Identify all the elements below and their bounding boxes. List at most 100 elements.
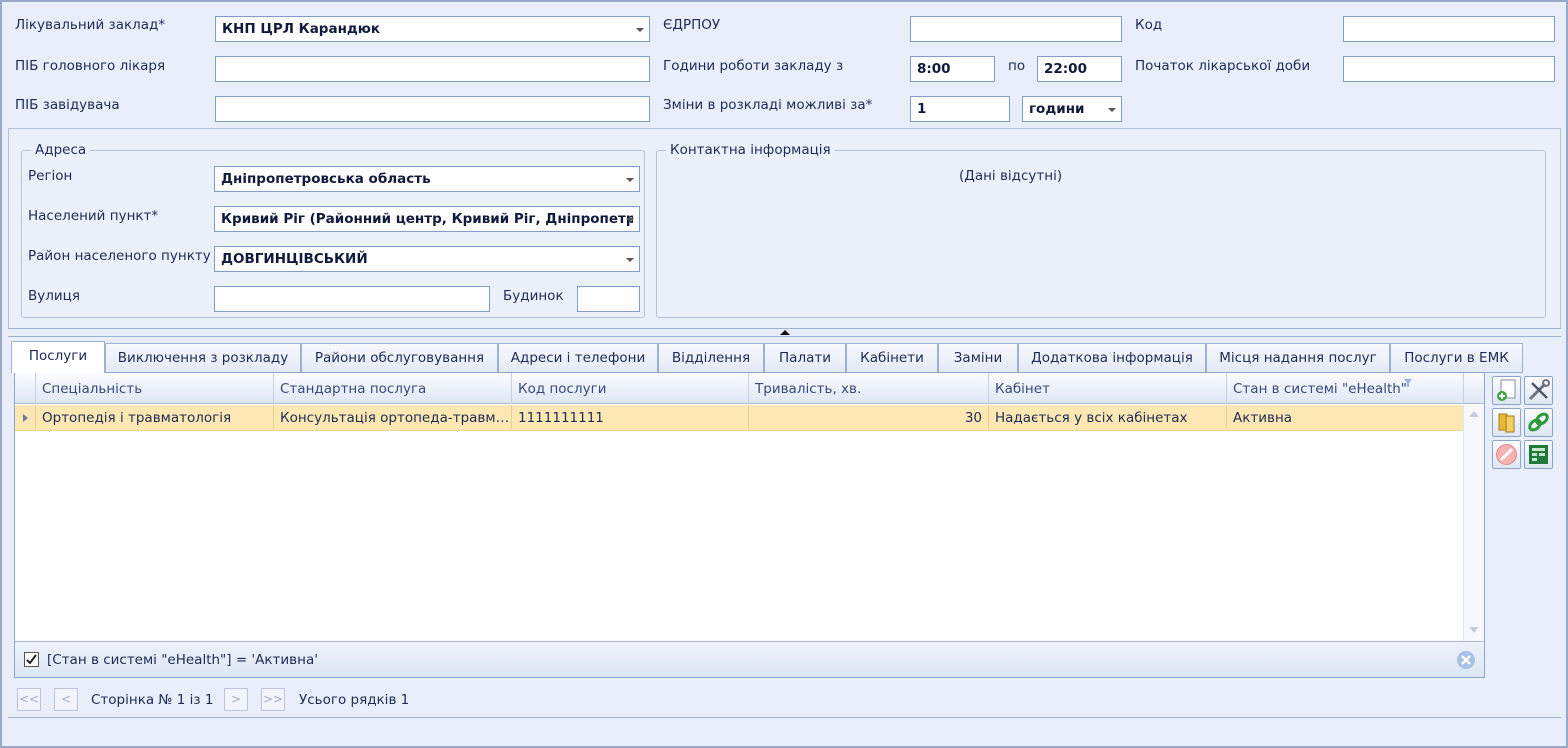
code-label: Код bbox=[1135, 17, 1163, 33]
day-start-field[interactable] bbox=[1343, 56, 1555, 82]
edrpou-label: ЄДРПОУ bbox=[663, 17, 721, 33]
day-start-label: Початок лікарської доби bbox=[1135, 58, 1311, 74]
chevron-down-icon[interactable] bbox=[1103, 97, 1121, 121]
locality-value: Кривий Ріг (Районний центр, Кривий Ріг, … bbox=[221, 211, 633, 227]
tab-cabinets[interactable]: Кабінети bbox=[846, 343, 938, 372]
edit-tools-icon bbox=[1528, 379, 1550, 401]
tab-departments[interactable]: Відділення bbox=[658, 343, 764, 372]
scroll-up-icon[interactable] bbox=[1469, 411, 1479, 417]
changes-label: Зміни в розкладі можливі за* bbox=[663, 97, 873, 113]
chevron-down-icon[interactable] bbox=[631, 17, 649, 41]
hours-from-field[interactable]: 8:00 bbox=[910, 56, 995, 82]
tab-services[interactable]: Послуги bbox=[11, 341, 105, 373]
address-legend: Адреса bbox=[31, 142, 91, 158]
column-header-ehealth-status[interactable]: Стан в системі "eHealth" bbox=[1226, 373, 1463, 404]
locality-label: Населений пункт* bbox=[28, 208, 159, 224]
tab-service-locations[interactable]: Місця надання послуг bbox=[1206, 343, 1390, 372]
table-row[interactable]: Ортопедія і травматологія Консультація о… bbox=[15, 405, 1463, 431]
street-field[interactable] bbox=[214, 286, 490, 312]
scroll-down-icon[interactable] bbox=[1469, 627, 1479, 633]
head-label: ПІБ завідувача bbox=[15, 97, 120, 113]
column-header-duration[interactable]: Тривалість, хв. bbox=[748, 373, 988, 404]
column-header-standard-service[interactable]: Стандартна послуга bbox=[273, 373, 511, 404]
tab-replacements[interactable]: Заміни bbox=[938, 343, 1018, 372]
link-button[interactable] bbox=[1524, 408, 1553, 437]
next-page-button[interactable]: > bbox=[224, 688, 248, 711]
hours-to-label: по bbox=[1008, 58, 1026, 74]
copy-button[interactable] bbox=[1492, 408, 1521, 437]
column-header-service-code[interactable]: Код послуги bbox=[511, 373, 748, 404]
cell-ehealth-status[interactable]: Активна bbox=[1226, 405, 1463, 431]
building-label: Будинок bbox=[503, 288, 564, 304]
vertical-scrollbar[interactable] bbox=[1463, 405, 1484, 641]
region-select[interactable]: Дніпропетровська область bbox=[214, 166, 640, 192]
current-row-arrow-icon bbox=[23, 414, 28, 422]
district-value: ДОВГИНЦІВСЬКИЙ bbox=[221, 251, 368, 267]
grid-header: Спеціальність Стандартна послуга Код пос… bbox=[15, 373, 1484, 404]
district-select[interactable]: ДОВГИНЦІВСЬКИЙ bbox=[214, 246, 640, 272]
contacts-empty-text: (Дані відсутні) bbox=[959, 168, 1063, 184]
cell-duration[interactable]: 30 bbox=[748, 405, 988, 431]
delete-icon bbox=[1496, 444, 1517, 465]
chief-doctor-field[interactable] bbox=[215, 56, 650, 82]
cell-cabinet[interactable]: Надається у всіх кабінетах bbox=[988, 405, 1226, 431]
contacts-legend: Контактна інформація bbox=[666, 142, 835, 158]
clear-filter-icon[interactable] bbox=[1456, 650, 1476, 670]
hours-label: Години роботи закладу з bbox=[663, 58, 844, 74]
tab-service-districts[interactable]: Райони обслуговування bbox=[301, 343, 498, 372]
edit-button[interactable] bbox=[1524, 376, 1553, 405]
tab-wards[interactable]: Палати bbox=[764, 343, 846, 372]
export-button[interactable] bbox=[1524, 440, 1553, 469]
ehealth-status-header-text: Стан в системі "eHealth" bbox=[1233, 381, 1407, 397]
delete-button[interactable] bbox=[1492, 440, 1521, 469]
chevron-down-icon[interactable] bbox=[621, 247, 639, 271]
changes-field[interactable]: 1 bbox=[910, 96, 1010, 122]
add-icon bbox=[1497, 379, 1516, 401]
chief-doctor-label: ПІБ головного лікаря bbox=[15, 58, 166, 74]
copy-icon bbox=[1498, 413, 1515, 433]
tab-additional-info[interactable]: Додаткова інформація bbox=[1018, 343, 1206, 372]
cell-service-code[interactable]: 1111111111 bbox=[511, 405, 748, 431]
facility-select[interactable]: КНП ЦРЛ Карандюк bbox=[215, 16, 650, 42]
tab-schedule-exceptions[interactable]: Виключення з розкладу bbox=[105, 343, 301, 372]
cell-standard-service[interactable]: Консультація ортопеда-травматолога bbox=[273, 405, 511, 431]
locality-select[interactable]: Кривий Ріг (Районний центр, Кривий Ріг, … bbox=[214, 206, 640, 232]
collapse-up-icon[interactable] bbox=[779, 329, 791, 336]
add-button[interactable] bbox=[1492, 376, 1521, 405]
link-icon bbox=[1528, 412, 1549, 432]
last-page-button[interactable]: >> bbox=[261, 688, 285, 711]
hours-to-field[interactable]: 22:00 bbox=[1037, 56, 1122, 82]
cell-specialty[interactable]: Ортопедія і травматологія bbox=[35, 405, 273, 431]
region-label: Регіон bbox=[28, 168, 73, 184]
facility-value: КНП ЦРЛ Карандюк bbox=[222, 21, 381, 37]
street-label: Вулиця bbox=[28, 288, 80, 304]
header-indicator bbox=[15, 373, 35, 404]
chevron-down-icon[interactable] bbox=[621, 167, 639, 191]
tab-emk-services[interactable]: Послуги в ЕМК bbox=[1390, 343, 1523, 372]
filter-icon[interactable] bbox=[1404, 379, 1412, 387]
filter-bar: [Стан в системі "eHealth"] = 'Активна' bbox=[15, 641, 1484, 677]
contacts-group: Контактна інформація bbox=[656, 142, 1546, 318]
total-rows-text: Усього рядків 1 bbox=[299, 692, 410, 708]
column-header-cabinet[interactable]: Кабінет bbox=[988, 373, 1226, 404]
region-value: Дніпропетровська область bbox=[221, 171, 431, 187]
head-field[interactable] bbox=[215, 96, 650, 122]
page-indicator: Сторінка № 1 із 1 bbox=[91, 692, 214, 708]
chevron-down-icon[interactable] bbox=[621, 207, 639, 231]
filter-text[interactable]: [Стан в системі "eHealth"] = 'Активна' bbox=[47, 652, 318, 668]
row-indicator bbox=[15, 405, 35, 431]
building-field[interactable] bbox=[577, 286, 640, 312]
facility-label: Лікувальний заклад* bbox=[15, 17, 166, 33]
filter-checkbox[interactable] bbox=[24, 652, 39, 667]
prev-page-button[interactable]: < bbox=[54, 688, 78, 711]
code-field[interactable] bbox=[1343, 16, 1555, 42]
tab-addresses-phones[interactable]: Адреси і телефони bbox=[498, 343, 658, 372]
first-page-button[interactable]: << bbox=[17, 688, 41, 711]
column-header-specialty[interactable]: Спеціальність bbox=[35, 373, 273, 404]
splitter[interactable] bbox=[8, 328, 1561, 337]
export-excel-icon bbox=[1529, 445, 1548, 464]
changes-unit-select[interactable]: години bbox=[1022, 96, 1122, 122]
edrpou-field[interactable] bbox=[910, 16, 1122, 42]
header-spacer bbox=[1463, 373, 1484, 404]
district-label: Район населеного пункту bbox=[28, 248, 211, 264]
